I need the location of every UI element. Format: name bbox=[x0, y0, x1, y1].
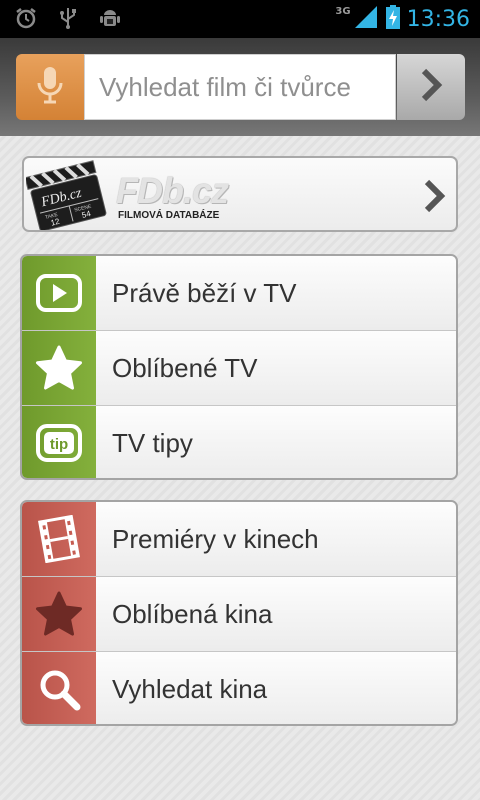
star-icon bbox=[22, 577, 96, 651]
cinema-menu: Premiéry v kinech Oblíbená kina Vyhledat… bbox=[20, 500, 458, 726]
status-bar: 3G 13:36 bbox=[0, 0, 480, 38]
menu-item-search-cinemas[interactable]: Vyhledat kina bbox=[22, 651, 456, 724]
microphone-icon bbox=[36, 65, 64, 110]
android-debug-icon bbox=[98, 6, 122, 30]
usb-icon bbox=[56, 6, 80, 30]
chevron-right-icon bbox=[422, 178, 446, 219]
search-bar bbox=[0, 38, 480, 136]
menu-item-cinema-premieres[interactable]: Premiéry v kinech bbox=[22, 502, 456, 576]
fdb-logo: FDb.cz bbox=[116, 170, 229, 211]
alarm-icon bbox=[14, 6, 38, 30]
chevron-right-icon bbox=[419, 67, 443, 108]
search-input[interactable] bbox=[84, 54, 396, 120]
menu-item-label: Premiéry v kinech bbox=[112, 523, 319, 554]
menu-item-label: Právě běží v TV bbox=[112, 277, 297, 308]
tip-icon: tip bbox=[22, 406, 96, 478]
svg-text:tip: tip bbox=[50, 436, 68, 453]
clapperboard-icon: FDb.cz TAKE SCENE 12 54 bbox=[26, 160, 107, 230]
network-type: 3G bbox=[335, 5, 351, 17]
menu-item-favorite-tv[interactable]: Oblíbené TV bbox=[22, 330, 456, 405]
voice-search-button[interactable] bbox=[16, 54, 84, 120]
menu-item-favorite-cinemas[interactable]: Oblíbená kina bbox=[22, 576, 456, 651]
menu-item-tv-tips[interactable]: tip TV tipy bbox=[22, 405, 456, 478]
play-icon bbox=[22, 256, 96, 330]
menu-item-label: Oblíbená kina bbox=[112, 598, 273, 629]
menu-item-label: TV tipy bbox=[112, 427, 193, 458]
fdb-database-button[interactable]: FDb.cz TAKE SCENE 12 54 FDb.cz FILMOVÁ D… bbox=[22, 156, 458, 232]
film-strip-icon bbox=[22, 502, 96, 576]
magnifier-icon bbox=[22, 652, 96, 724]
menu-item-label: Oblíbené TV bbox=[112, 352, 258, 383]
fdb-subtitle: FILMOVÁ DATABÁZE bbox=[118, 210, 220, 221]
signal-icon bbox=[353, 4, 379, 35]
menu-item-now-on-tv[interactable]: Právě běží v TV bbox=[22, 256, 456, 330]
battery-charging-icon bbox=[385, 4, 401, 35]
clock: 13:36 bbox=[406, 6, 470, 32]
tv-menu: Právě běží v TV Oblíbené TV tip TV tipy bbox=[20, 254, 458, 480]
search-go-button[interactable] bbox=[397, 54, 465, 120]
menu-item-label: Vyhledat kina bbox=[112, 673, 268, 704]
star-icon bbox=[22, 331, 96, 405]
